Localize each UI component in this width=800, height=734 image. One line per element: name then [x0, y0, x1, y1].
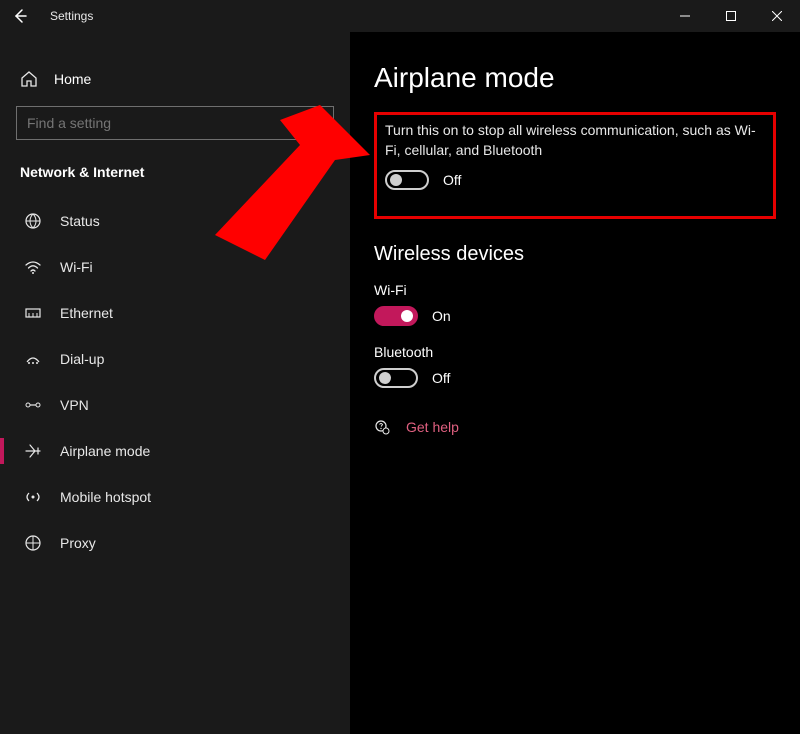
- sidebar-item-label: Proxy: [60, 535, 96, 551]
- vpn-icon: [24, 396, 42, 414]
- sidebar-item-label: Dial-up: [60, 351, 104, 367]
- sidebar-item-status[interactable]: Status: [0, 198, 350, 244]
- sidebar-item-vpn[interactable]: VPN: [0, 382, 350, 428]
- hotspot-icon: [24, 488, 42, 506]
- back-arrow-icon: [12, 8, 28, 24]
- proxy-icon: [24, 534, 42, 552]
- annotation-highlight: Turn this on to stop all wireless commun…: [374, 112, 776, 219]
- close-button[interactable]: [754, 0, 800, 32]
- sidebar-item-hotspot[interactable]: Mobile hotspot: [0, 474, 350, 520]
- sidebar-item-dialup[interactable]: Dial-up: [0, 336, 350, 382]
- get-help-link[interactable]: Get help: [406, 419, 459, 435]
- minimize-button[interactable]: [662, 0, 708, 32]
- sidebar: Home Network & Internet Status Wi-Fi E: [0, 32, 350, 734]
- main-content: Airplane mode Turn this on to stop all w…: [350, 32, 800, 734]
- ethernet-icon: [24, 304, 42, 322]
- minimize-icon: [680, 11, 690, 21]
- search-input[interactable]: [16, 106, 334, 140]
- sidebar-item-label: Airplane mode: [60, 443, 150, 459]
- bluetooth-label: Bluetooth: [374, 344, 776, 360]
- help-icon: [374, 418, 392, 436]
- sidebar-item-label: Status: [60, 213, 100, 229]
- page-title: Airplane mode: [374, 62, 776, 94]
- category-title: Network & Internet: [0, 158, 350, 198]
- sidebar-item-ethernet[interactable]: Ethernet: [0, 290, 350, 336]
- search-icon: [310, 116, 324, 130]
- wifi-toggle-state: On: [432, 308, 451, 324]
- airplane-description: Turn this on to stop all wireless commun…: [385, 121, 765, 160]
- home-label: Home: [54, 71, 91, 87]
- wifi-label: Wi-Fi: [374, 282, 776, 298]
- close-icon: [772, 11, 782, 21]
- wireless-section-title: Wireless devices: [374, 243, 776, 266]
- home-icon: [20, 70, 38, 88]
- window-title: Settings: [40, 9, 93, 23]
- airplane-icon: [24, 442, 42, 460]
- sidebar-item-airplane[interactable]: Airplane mode: [0, 428, 350, 474]
- bluetooth-toggle-state: Off: [432, 370, 450, 386]
- sidebar-item-label: Wi-Fi: [60, 259, 93, 275]
- sidebar-item-label: Mobile hotspot: [60, 489, 151, 505]
- bluetooth-toggle[interactable]: [374, 368, 418, 388]
- airplane-toggle[interactable]: [385, 170, 429, 190]
- wifi-icon: [24, 258, 42, 276]
- sidebar-item-label: Ethernet: [60, 305, 113, 321]
- dialup-icon: [24, 350, 42, 368]
- maximize-icon: [726, 11, 736, 21]
- sidebar-item-label: VPN: [60, 397, 89, 413]
- sidebar-item-wifi[interactable]: Wi-Fi: [0, 244, 350, 290]
- sidebar-item-proxy[interactable]: Proxy: [0, 520, 350, 566]
- home-link[interactable]: Home: [0, 62, 350, 106]
- maximize-button[interactable]: [708, 0, 754, 32]
- globe-icon: [24, 212, 42, 230]
- back-button[interactable]: [0, 0, 40, 32]
- wifi-toggle[interactable]: [374, 306, 418, 326]
- airplane-toggle-state: Off: [443, 172, 461, 188]
